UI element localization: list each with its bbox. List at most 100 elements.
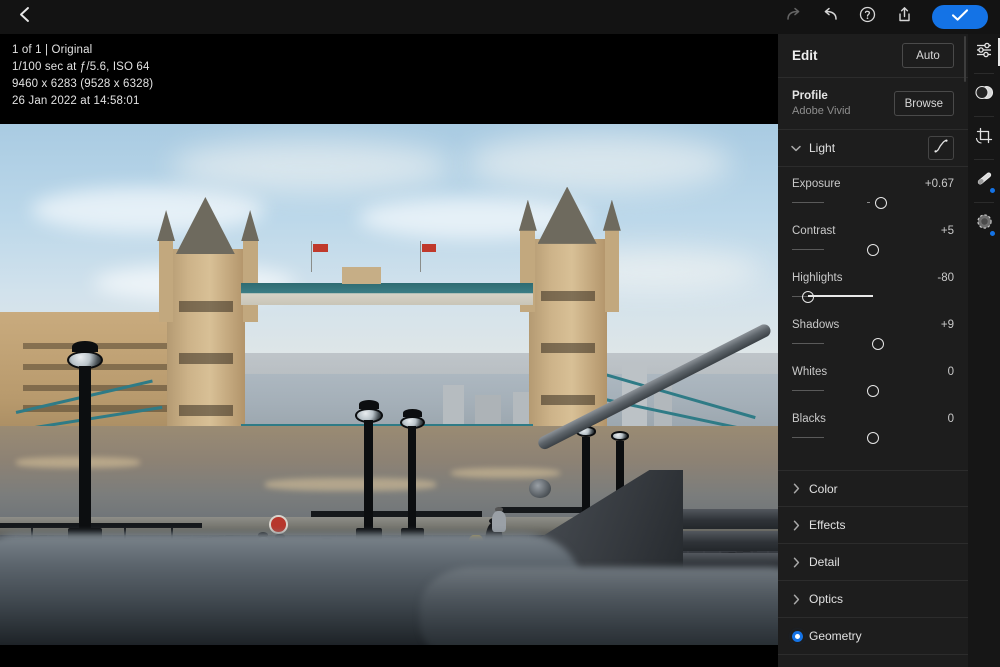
photo-canvas[interactable]: 1 of 1 | Original 1/100 sec at ƒ/5.6, IS… — [0, 34, 778, 667]
chevron-right-icon — [788, 594, 804, 605]
lamp-cap — [72, 341, 98, 352]
slider-label: Blacks — [792, 413, 826, 425]
page-title: Edit — [792, 48, 818, 63]
slider-label: Shadows — [792, 319, 839, 331]
rail-divider — [974, 73, 994, 74]
track-rail — [792, 343, 824, 344]
tool-rail — [968, 34, 1000, 667]
undo-button[interactable] — [815, 2, 845, 32]
radio-active-icon — [788, 631, 804, 642]
confirm-button[interactable] — [932, 5, 988, 29]
track-rail — [792, 390, 824, 391]
distant-building — [475, 395, 501, 426]
auto-button[interactable]: Auto — [902, 43, 954, 68]
profile-value: Adobe Vivid — [792, 105, 851, 117]
section-label-geometry: Geometry — [804, 629, 954, 643]
crop-tool[interactable] — [968, 120, 1000, 156]
sidebar-item-color[interactable]: Color — [778, 470, 968, 507]
share-export-icon — [896, 6, 913, 28]
slider-track[interactable] — [792, 430, 954, 446]
slider-highlights: Highlights -80 — [792, 272, 954, 305]
metadata-date: 26 Jan 2022 at 14:58:01 — [12, 93, 153, 110]
section-label-light: Light — [804, 141, 928, 155]
section-header-light[interactable]: Light — [778, 130, 968, 167]
slider-contrast: Contrast +5 — [792, 225, 954, 258]
building-window-row — [23, 364, 179, 370]
slider-handle[interactable] — [867, 432, 879, 444]
cloud — [467, 134, 732, 191]
tower-turret — [605, 228, 620, 311]
edit-panel-header: Edit Auto — [778, 34, 968, 78]
edited-photograph — [0, 124, 778, 645]
tool-badge — [989, 230, 996, 237]
share-button[interactable] — [889, 2, 919, 32]
tool-badge — [989, 187, 996, 194]
profile-info: Profile Adobe Vivid — [792, 90, 851, 117]
profile-label: Profile — [792, 90, 851, 102]
person-silhouette — [492, 511, 507, 532]
sidebar-item-detail[interactable]: Detail — [778, 544, 968, 581]
building-window-row — [23, 343, 179, 349]
slider-handle[interactable] — [875, 197, 887, 209]
rail-divider — [974, 116, 994, 117]
light-sliders: Exposure +0.67 Contrast +5 — [778, 167, 968, 470]
high-level-walkway — [241, 283, 533, 305]
redo-button[interactable] — [778, 2, 808, 32]
tower-window — [541, 343, 595, 353]
metadata-dimensions: 9460 x 6283 (9528 x 6328) — [12, 76, 153, 93]
sidebar-item-effects[interactable]: Effects — [778, 507, 968, 544]
tower-window — [179, 353, 233, 363]
browse-profiles-button[interactable]: Browse — [894, 91, 954, 116]
top-toolbar — [0, 0, 1000, 34]
slider-handle[interactable] — [802, 291, 814, 303]
slider-track[interactable] — [792, 289, 954, 305]
track-fill — [808, 295, 873, 297]
help-button[interactable] — [852, 2, 882, 32]
tone-curve-button[interactable] — [928, 136, 954, 160]
lamp-cap — [359, 400, 379, 409]
slider-handle[interactable] — [867, 385, 879, 397]
track-rail — [792, 202, 824, 203]
edit-panel: Edit Auto Profile Adobe Vivid Browse Lig… — [778, 34, 968, 667]
lamp-post — [364, 420, 373, 535]
section-label-optics: Optics — [804, 592, 954, 606]
edit-sliders-tool[interactable] — [968, 34, 1000, 70]
walkway-centerpiece — [342, 267, 381, 284]
profile-row[interactable]: Profile Adobe Vivid Browse — [778, 78, 968, 130]
section-label-color: Color — [804, 482, 954, 496]
slider-track[interactable] — [792, 195, 954, 211]
letterbox-bottom — [0, 645, 778, 667]
lightroom-editor-window: 1 of 1 | Original 1/100 sec at ƒ/5.6, IS… — [0, 0, 1000, 667]
undo-icon — [822, 7, 839, 27]
masking-tool[interactable] — [968, 77, 1000, 113]
sidebar-item-geometry[interactable]: Geometry — [778, 618, 968, 655]
slider-exposure: Exposure +0.67 — [792, 178, 954, 211]
slider-track[interactable] — [792, 383, 954, 399]
panel-scrollbar[interactable] — [964, 36, 966, 82]
slider-handle[interactable] — [867, 244, 879, 256]
healing-brush-tool[interactable] — [968, 163, 1000, 199]
slider-handle[interactable] — [872, 338, 884, 350]
distant-building — [513, 392, 530, 426]
slider-blacks: Blacks 0 — [792, 413, 954, 446]
distant-building — [443, 385, 463, 427]
track-tick — [867, 202, 870, 204]
chevron-left-icon — [19, 6, 30, 28]
checkmark-icon — [951, 8, 969, 27]
section-label-effects: Effects — [804, 518, 954, 532]
rail-divider — [974, 202, 994, 203]
life-ring — [269, 515, 288, 534]
lamp-post — [408, 426, 417, 533]
section-label-detail: Detail — [804, 555, 954, 569]
tone-curve-icon — [933, 138, 949, 159]
back-button[interactable] — [0, 0, 48, 34]
sidebar-item-optics[interactable]: Optics — [778, 581, 968, 618]
slider-track[interactable] — [792, 242, 954, 258]
metadata-count: 1 of 1 | Original — [12, 42, 153, 59]
circles-mask-icon — [975, 83, 994, 107]
slider-value: 0 — [948, 413, 954, 425]
crop-icon — [975, 126, 994, 150]
cloud — [171, 140, 451, 192]
adjust-brush-tool[interactable] — [968, 206, 1000, 242]
slider-track[interactable] — [792, 336, 954, 352]
